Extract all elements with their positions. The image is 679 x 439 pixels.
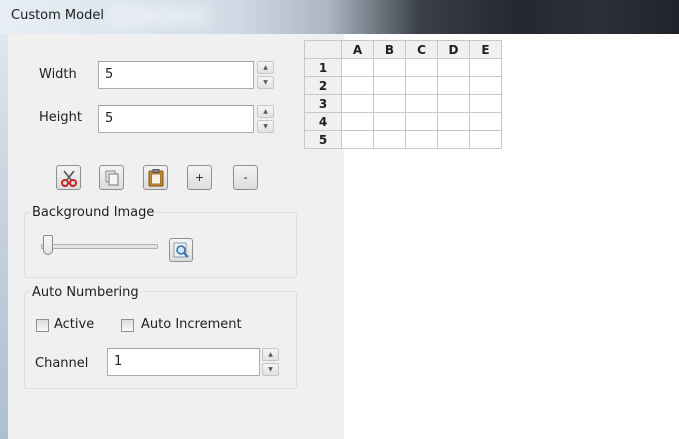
grid-cell[interactable] [341, 76, 374, 95]
slider-thumb[interactable] [43, 235, 53, 255]
auto-increment-checkbox[interactable] [121, 319, 134, 332]
window-title: Custom Model [11, 8, 104, 23]
properties-panel: Width 5 ▲ ▼ Height 5 ▲ ▼ + - Background … [8, 34, 344, 439]
grid-cell[interactable] [405, 112, 438, 131]
grid-cell[interactable] [469, 76, 502, 95]
scissors-icon [60, 170, 77, 187]
channel-field[interactable]: 1 [107, 348, 260, 376]
window-frame-edge [0, 34, 8, 439]
grid-cell[interactable] [341, 112, 374, 131]
grid-corner[interactable] [304, 40, 342, 59]
grid-header-row: A B C D E [304, 40, 502, 59]
grid-row: 3 [304, 94, 502, 113]
magnifier-icon [173, 242, 189, 258]
grid-cell[interactable] [405, 58, 438, 77]
column-header[interactable]: D [437, 40, 470, 59]
auto-increment-label[interactable]: Auto Increment [141, 317, 242, 332]
grid-cell[interactable] [373, 94, 406, 113]
grid-cell[interactable] [437, 58, 470, 77]
grid-cell[interactable] [437, 130, 470, 149]
row-header[interactable]: 1 [304, 58, 342, 77]
grid-row: 5 [304, 130, 502, 149]
height-down-arrow-icon[interactable]: ▼ [257, 120, 274, 133]
width-stepper[interactable]: ▲ ▼ [257, 61, 274, 89]
auto-numbering-label: Auto Numbering [30, 285, 141, 300]
grid-cell[interactable] [469, 130, 502, 149]
grid-cell[interactable] [437, 76, 470, 95]
channel-down-arrow-icon[interactable]: ▼ [262, 363, 279, 376]
grid-cell[interactable] [437, 112, 470, 131]
width-down-arrow-icon[interactable]: ▼ [257, 76, 274, 89]
grid-cell[interactable] [469, 112, 502, 131]
grid-row: 2 [304, 76, 502, 95]
channel-up-arrow-icon[interactable]: ▲ [262, 348, 279, 361]
model-grid: A B C D E 1 2 3 4 5 [304, 40, 502, 149]
width-field[interactable]: 5 [98, 61, 254, 89]
row-header[interactable]: 3 [304, 94, 342, 113]
active-checkbox[interactable] [36, 319, 49, 332]
grid-cell[interactable] [373, 76, 406, 95]
grid-cell[interactable] [405, 76, 438, 95]
cut-button[interactable] [56, 165, 81, 190]
browse-image-button[interactable] [169, 238, 193, 262]
column-header[interactable]: C [405, 40, 438, 59]
grid-row: 1 [304, 58, 502, 77]
grid-cell[interactable] [341, 130, 374, 149]
row-header[interactable]: 4 [304, 112, 342, 131]
grid-cell[interactable] [437, 94, 470, 113]
row-header[interactable]: 5 [304, 130, 342, 149]
title-bar: Custom Model [0, 0, 679, 34]
grid-cell[interactable] [341, 58, 374, 77]
active-label[interactable]: Active [54, 317, 94, 332]
column-header[interactable]: A [341, 40, 374, 59]
grid-cell[interactable] [469, 58, 502, 77]
grid-cell[interactable] [373, 130, 406, 149]
grid-cell[interactable] [405, 94, 438, 113]
paste-button[interactable] [143, 165, 168, 190]
height-stepper[interactable]: ▲ ▼ [257, 105, 274, 133]
row-header[interactable]: 2 [304, 76, 342, 95]
height-up-arrow-icon[interactable]: ▲ [257, 105, 274, 118]
remove-button[interactable]: - [233, 165, 258, 190]
width-up-arrow-icon[interactable]: ▲ [257, 61, 274, 74]
column-header[interactable]: E [469, 40, 502, 59]
title-glow [110, 6, 210, 26]
channel-stepper[interactable]: ▲ ▼ [262, 348, 279, 376]
width-label: Width [39, 67, 77, 82]
copy-icon [105, 170, 118, 185]
grid-row: 4 [304, 112, 502, 131]
height-field[interactable]: 5 [98, 105, 254, 133]
grid-cell[interactable] [469, 94, 502, 113]
background-image-label: Background Image [30, 205, 157, 220]
background-opacity-slider[interactable] [41, 244, 158, 249]
add-button[interactable]: + [187, 165, 212, 190]
grid-cell[interactable] [373, 112, 406, 131]
channel-label: Channel [35, 356, 89, 371]
grid-cell[interactable] [405, 130, 438, 149]
height-label: Height [39, 110, 82, 125]
paste-icon [148, 168, 163, 186]
copy-button[interactable] [99, 165, 124, 190]
column-header[interactable]: B [373, 40, 406, 59]
grid-cell[interactable] [341, 94, 374, 113]
grid-cell[interactable] [373, 58, 406, 77]
